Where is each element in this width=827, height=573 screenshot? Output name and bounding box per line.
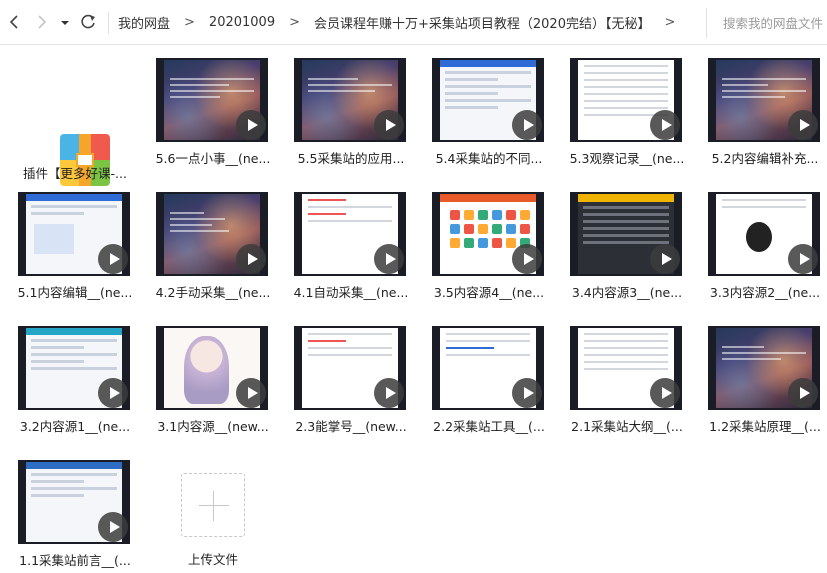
video-thumbnail	[432, 326, 544, 410]
file-item[interactable]: 5.4采集站的不同...	[424, 45, 554, 170]
file-item[interactable]: 2.3能掌号__(new...	[286, 313, 416, 438]
file-name: 1.1采集站前言__(...	[19, 553, 131, 568]
file-name: 2.3能掌号__(new...	[295, 419, 407, 434]
file-name: 3.5内容源4__(ne...	[433, 285, 545, 300]
file-item[interactable]: 3.3内容源2__(ne...	[700, 179, 827, 304]
file-item[interactable]: 3.2内容源1__(ne...	[10, 313, 140, 438]
file-name: 5.1内容编辑__(ne...	[17, 285, 133, 300]
breadcrumb-item-current[interactable]: 会员课程年赚十万+采集站项目教程（2020完结）【无秘】	[314, 13, 650, 32]
file-name: 2.1采集站大纲__(...	[571, 419, 683, 434]
caret-down-icon	[61, 21, 69, 25]
video-thumbnail	[708, 58, 820, 142]
file-name: 1.2采集站原理__(...	[709, 419, 821, 434]
breadcrumb-separator: >	[289, 15, 300, 30]
upload-button[interactable]	[181, 473, 245, 537]
play-icon	[512, 244, 542, 274]
video-thumbnail	[156, 326, 268, 410]
toolbar-divider	[108, 12, 109, 34]
file-name: 4.2手动采集__(ne...	[155, 285, 271, 300]
file-item[interactable]: 4.2手动采集__(ne...	[148, 179, 278, 304]
video-thumbnail	[18, 460, 130, 544]
video-thumbnail	[156, 58, 268, 142]
breadcrumb: 我的网盘 > 20201009 > 会员课程年赚十万+采集站项目教程（2020完…	[118, 0, 689, 45]
play-icon	[98, 512, 128, 542]
play-icon	[650, 110, 680, 140]
file-item[interactable]: 3.5内容源4__(ne...	[424, 179, 554, 304]
toolbar: 我的网盘 > 20201009 > 会员课程年赚十万+采集站项目教程（2020完…	[0, 0, 827, 45]
play-icon	[374, 110, 404, 140]
chevron-left-icon	[9, 15, 18, 29]
file-item[interactable]: 插件【更多好课-...	[10, 60, 140, 186]
file-item[interactable]: 4.1自动采集__(ne...	[286, 179, 416, 304]
breadcrumb-separator: >	[184, 15, 195, 30]
file-item[interactable]: 2.2采集站工具__(...	[424, 313, 554, 438]
file-item[interactable]: 2.1采集站大纲__(...	[562, 313, 692, 438]
video-thumbnail	[294, 326, 406, 410]
play-icon	[374, 378, 404, 408]
play-icon	[788, 110, 818, 140]
back-button[interactable]	[4, 12, 24, 32]
file-name: 3.4内容源3__(ne...	[571, 285, 683, 300]
breadcrumb-item-root[interactable]: 我的网盘	[118, 13, 170, 32]
refresh-icon	[81, 14, 95, 29]
video-thumbnail	[432, 192, 544, 276]
video-thumbnail	[294, 58, 406, 142]
file-name: 3.1内容源__(new...	[157, 419, 269, 434]
play-icon	[98, 378, 128, 408]
search-input[interactable]	[721, 8, 827, 38]
file-item[interactable]: 1.1采集站前言__(...	[10, 447, 140, 572]
video-thumbnail	[570, 58, 682, 142]
video-thumbnail	[156, 192, 268, 276]
breadcrumb-item-date[interactable]: 20201009	[209, 15, 275, 30]
file-item[interactable]: 5.5采集站的应用...	[286, 45, 416, 170]
play-icon	[788, 244, 818, 274]
play-icon	[236, 378, 266, 408]
play-icon	[650, 378, 680, 408]
forward-button[interactable]	[32, 12, 52, 32]
file-name: 4.1自动采集__(ne...	[293, 285, 409, 300]
breadcrumb-separator[interactable]: >	[664, 15, 675, 30]
refresh-button[interactable]	[78, 12, 98, 32]
file-name: 5.5采集站的应用...	[297, 151, 405, 166]
file-item[interactable]: 3.1内容源__(new...	[148, 313, 278, 438]
play-icon	[788, 378, 818, 408]
play-icon	[98, 244, 128, 274]
file-name: 5.6一点小事__(ne...	[155, 151, 271, 166]
video-thumbnail	[294, 192, 406, 276]
play-icon	[512, 378, 542, 408]
video-thumbnail	[432, 58, 544, 142]
file-name: 3.3内容源2__(ne...	[709, 285, 821, 300]
search-box[interactable]	[706, 8, 827, 38]
play-icon	[236, 244, 266, 274]
file-name: 3.2内容源1__(ne...	[19, 419, 131, 434]
file-item[interactable]: 1.2采集站原理__(...	[700, 313, 827, 438]
play-icon	[650, 244, 680, 274]
video-thumbnail	[708, 192, 820, 276]
file-name: 5.2内容编辑补充...	[711, 151, 819, 166]
play-icon	[512, 110, 542, 140]
video-thumbnail	[18, 192, 130, 276]
file-item[interactable]: 5.3观察记录__(ne...	[562, 45, 692, 170]
video-thumbnail	[18, 326, 130, 410]
file-item[interactable]: 5.1内容编辑__(ne...	[10, 179, 140, 304]
play-icon	[374, 244, 404, 274]
file-name: 5.4采集站的不同...	[435, 151, 543, 166]
video-thumbnail	[570, 192, 682, 276]
file-item[interactable]: 5.6一点小事__(ne...	[148, 45, 278, 170]
history-dropdown[interactable]	[58, 12, 72, 32]
file-name: 2.2采集站工具__(...	[433, 419, 545, 434]
video-thumbnail	[708, 326, 820, 410]
file-item[interactable]: 3.4内容源3__(ne...	[562, 179, 692, 304]
play-icon	[236, 110, 266, 140]
upload-label: 上传文件	[187, 552, 238, 567]
video-thumbnail	[570, 326, 682, 410]
file-name: 5.3观察记录__(ne...	[569, 151, 685, 166]
file-item[interactable]: 5.2内容编辑补充...	[700, 45, 827, 170]
chevron-right-icon	[38, 15, 47, 29]
